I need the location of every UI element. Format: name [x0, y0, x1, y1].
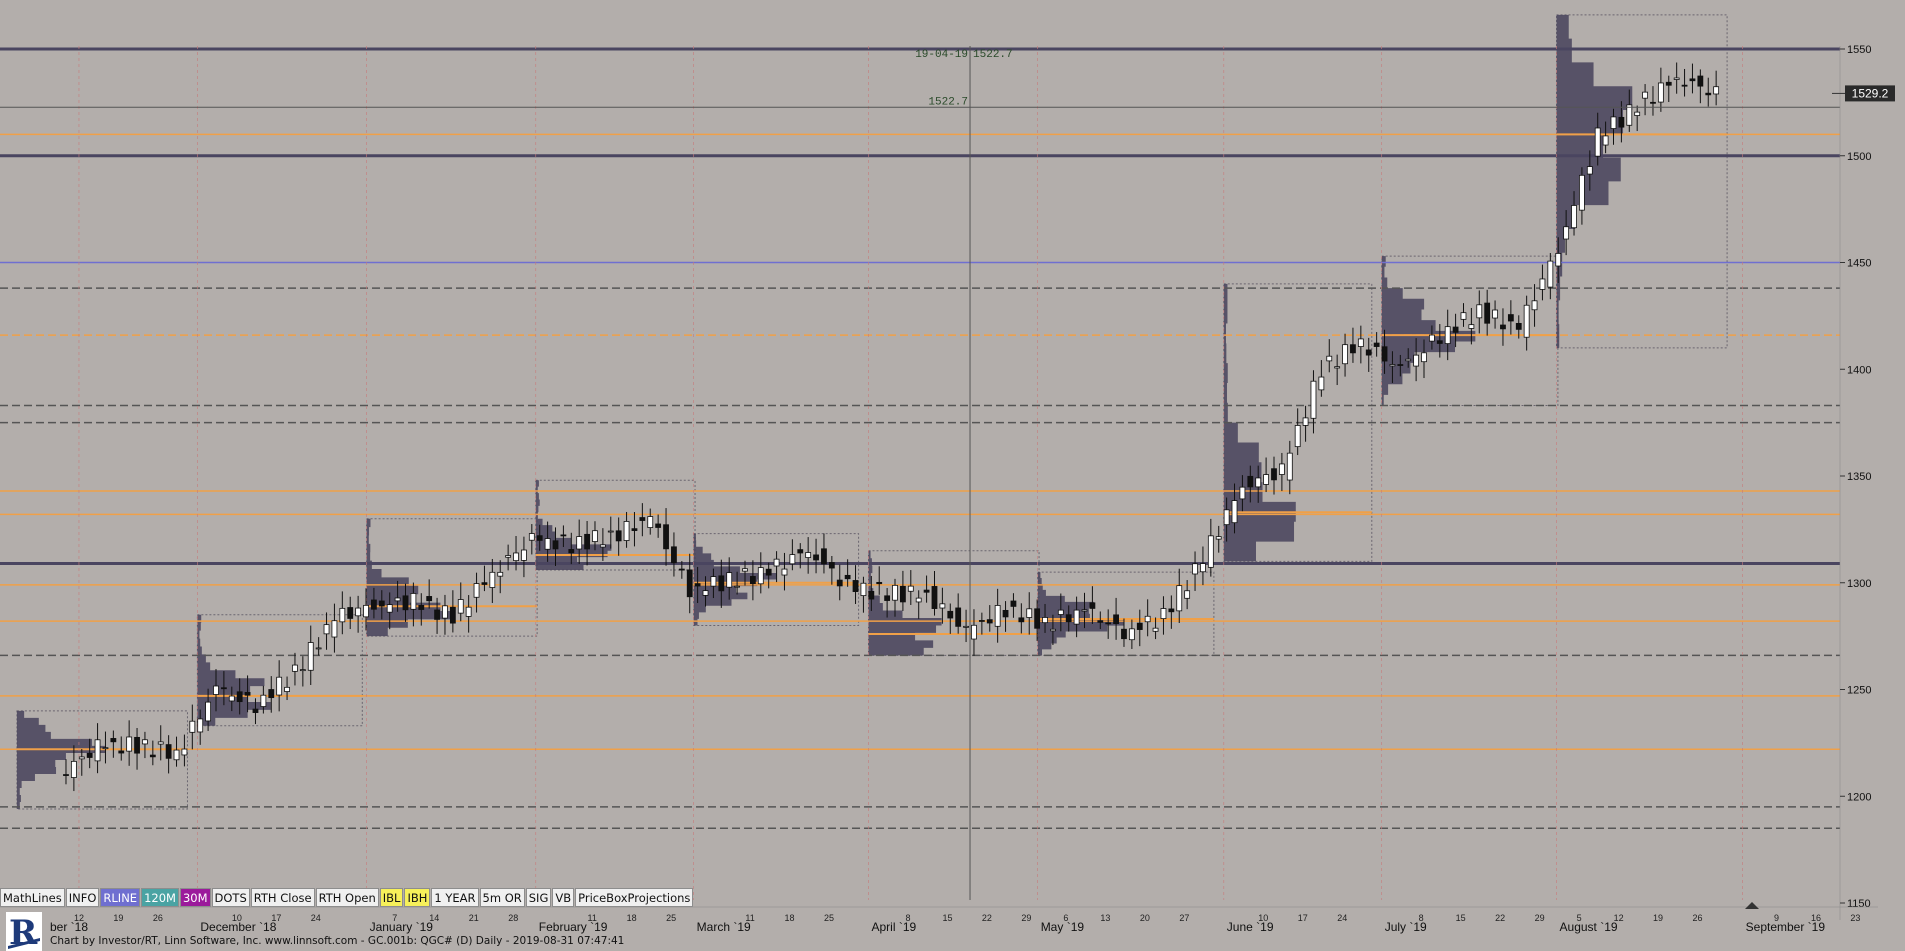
price-chart[interactable]: 19-04-19 1522.71522.7 1150120012501300135…	[0, 0, 1905, 951]
toolbar-priceboxprojections-button[interactable]: PriceBoxProjections	[575, 887, 694, 907]
month-label: April `19	[872, 920, 917, 934]
day-tick-label: 25	[666, 913, 676, 923]
last-price-label: 1529.2	[1852, 86, 1889, 100]
day-tick-label: 22	[982, 913, 992, 923]
day-tick-label: 24	[1337, 913, 1347, 923]
month-label: May `19	[1041, 920, 1085, 934]
day-tick-label: 28	[508, 913, 518, 923]
day-tick-label: 27	[1179, 913, 1189, 923]
day-tick-label: 19	[1653, 913, 1663, 923]
price-tick-label: 1450	[1847, 258, 1871, 270]
month-label: December `18	[200, 920, 276, 934]
month-label: August `19	[1560, 920, 1618, 934]
crosshair-line-label: 1522.7	[928, 96, 968, 108]
month-label: July `19	[1385, 920, 1427, 934]
price-tick-label: 1550	[1847, 44, 1871, 56]
day-tick-label: 23	[1850, 913, 1860, 923]
day-tick-label: 17	[1298, 913, 1308, 923]
day-tick-label: 29	[1535, 913, 1545, 923]
month-label: February `19	[539, 920, 608, 934]
toolbar-120m-button[interactable]: 120M	[141, 887, 179, 907]
toolbar-ibl-button[interactable]: IBL	[379, 887, 404, 907]
toolbar-5m-or-button[interactable]: 5m OR	[479, 887, 525, 907]
day-tick-label: 19	[113, 913, 123, 923]
day-tick-label: 18	[785, 913, 795, 923]
month-label: September `19	[1746, 920, 1826, 934]
toolbar-dots-button[interactable]: DOTS	[211, 887, 250, 907]
day-tick-label: 24	[311, 913, 321, 923]
month-label: January `19	[370, 920, 434, 934]
toolbar-info-button[interactable]: INFO	[65, 887, 100, 907]
day-tick-label: 20	[1140, 913, 1150, 923]
crosshair-price-label: 1522.7	[973, 49, 1013, 61]
price-tick-label: 1350	[1847, 471, 1871, 483]
day-tick-label: 21	[469, 913, 479, 923]
price-tick-label: 1150	[1847, 898, 1871, 910]
day-tick-label: 18	[627, 913, 637, 923]
price-tick-label: 1200	[1847, 791, 1871, 803]
day-tick-label: 26	[1693, 913, 1703, 923]
day-tick-label: 15	[942, 913, 952, 923]
investor-rt-logo-icon: R	[6, 912, 42, 951]
toolbar-1-year-button[interactable]: 1 YEAR	[431, 887, 479, 907]
status-bar: Chart by Investor/RT, Linn Software, Inc…	[50, 935, 625, 947]
month-label: ber `18	[50, 920, 88, 934]
price-tick-label: 1250	[1847, 685, 1871, 697]
day-tick-label: 29	[1021, 913, 1031, 923]
toolbar-rth-open-button[interactable]: RTH Open	[315, 887, 379, 907]
toolbar-ibh-button[interactable]: IBH	[404, 887, 431, 907]
day-tick-label: 15	[1456, 913, 1466, 923]
day-tick-label: 25	[824, 913, 834, 923]
day-tick-label: 22	[1495, 913, 1505, 923]
chart-background	[0, 0, 1905, 951]
price-tick-label: 1300	[1847, 578, 1871, 590]
crosshair-date-label: 19-04-19	[915, 49, 968, 61]
indicator-toolbar-bottom: MathLines INFO RLINE 120M 30M DOTS RTH Close RT…	[0, 887, 694, 907]
toolbar-30m-button[interactable]: 30M	[179, 887, 211, 907]
toolbar-mathlines-button[interactable]: MathLines	[0, 887, 65, 907]
toolbar-rline-button[interactable]: RLINE	[100, 887, 141, 907]
price-tick-label: 1500	[1847, 151, 1871, 163]
toolbar-vb-button[interactable]: VB	[552, 887, 575, 907]
toolbar-rth-close-button[interactable]: RTH Close	[250, 887, 315, 907]
toolbar-sig-button[interactable]: SIG	[525, 887, 552, 907]
month-label: June `19	[1227, 920, 1274, 934]
day-tick-label: 13	[1100, 913, 1110, 923]
price-tick-label: 1400	[1847, 364, 1871, 376]
day-tick-label: 26	[153, 913, 163, 923]
month-label: March `19	[697, 920, 751, 934]
